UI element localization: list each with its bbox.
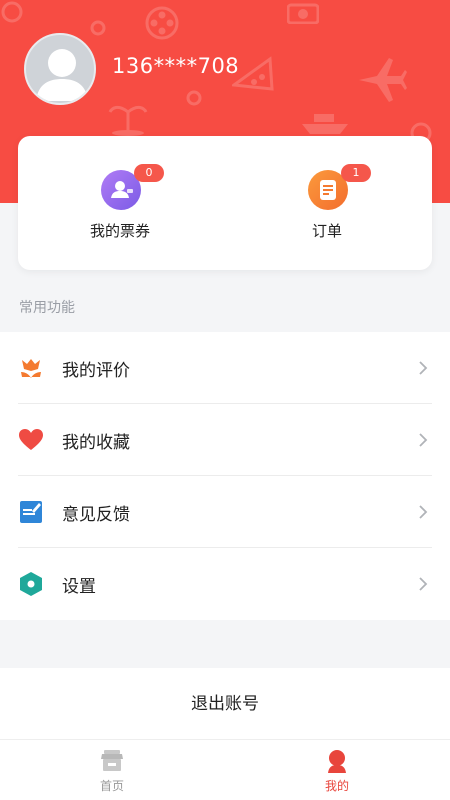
tab-label: 我的 xyxy=(324,779,349,793)
chevron-right-icon xyxy=(419,505,428,519)
menu-item-settings[interactable]: 设置 xyxy=(0,548,450,620)
airplane-icon xyxy=(359,58,407,102)
camera-icon xyxy=(287,3,319,24)
tickets-count-badge: 0 xyxy=(134,164,164,182)
my-tickets-entry[interactable]: 0 我的票券 xyxy=(60,164,180,250)
function-menu: 我的评价 我的收藏 意见反馈 设置 xyxy=(0,332,450,620)
orders-entry[interactable]: 1 订单 xyxy=(267,164,387,250)
menu-item-reviews[interactable]: 我的评价 xyxy=(0,332,450,404)
menu-item-favorites[interactable]: 我的收藏 xyxy=(0,404,450,476)
tab-label: 首页 xyxy=(99,779,124,793)
summary-card: 0 我的票券 1 订单 xyxy=(18,136,432,270)
hexagon-settings-icon xyxy=(20,572,42,596)
menu-item-feedback[interactable]: 意见反馈 xyxy=(0,476,450,548)
chevron-right-icon xyxy=(419,577,428,591)
tab-home[interactable]: 首页 xyxy=(52,740,172,800)
default-user-icon xyxy=(36,49,88,101)
menu-item-label: 我的评价 xyxy=(62,361,130,381)
person-icon xyxy=(328,750,346,773)
orders-label: 订单 xyxy=(311,222,342,240)
bottom-tab-bar: 首页 我的 xyxy=(0,740,450,800)
feedback-edit-icon xyxy=(20,501,42,523)
orders-count-badge: 1 xyxy=(341,164,371,182)
avatar[interactable] xyxy=(24,33,96,105)
logout-button[interactable]: 退出账号 xyxy=(0,668,450,740)
film-reel-icon xyxy=(145,6,179,40)
menu-item-label: 我的收藏 xyxy=(62,433,130,453)
menu-item-label: 设置 xyxy=(62,577,96,597)
ring-icon xyxy=(1,1,23,23)
ring-icon xyxy=(90,20,106,36)
chevron-right-icon xyxy=(419,361,428,375)
ring-icon xyxy=(186,90,202,106)
menu-item-label: 意见反馈 xyxy=(62,505,130,525)
flower-review-icon xyxy=(21,359,41,378)
island-icon xyxy=(108,105,148,136)
heart-icon xyxy=(19,429,43,450)
tab-mine[interactable]: 我的 xyxy=(277,740,397,800)
section-title: 常用功能 xyxy=(19,300,75,316)
tickets-label: 我的票券 xyxy=(89,222,150,240)
ship-icon xyxy=(302,114,348,134)
shop-home-icon xyxy=(101,750,123,771)
user-phone: 136****708 xyxy=(112,54,240,78)
chevron-right-icon xyxy=(419,433,428,447)
